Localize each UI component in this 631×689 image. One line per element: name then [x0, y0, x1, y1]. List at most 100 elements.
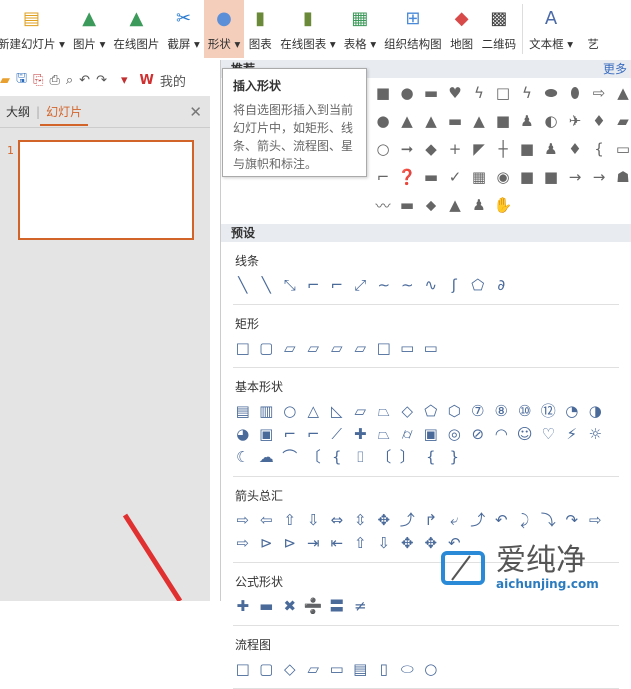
shape-icon[interactable]: ↱	[419, 508, 443, 531]
shape-icon[interactable]: ♟	[467, 194, 491, 216]
shape-icon[interactable]: □	[372, 336, 396, 359]
shape-icon[interactable]: ◉	[491, 166, 515, 188]
shape-icon[interactable]: ʃ	[443, 273, 467, 296]
shape-icon[interactable]: ▬	[255, 594, 279, 617]
ribbon-button-textbox[interactable]: A 文本框 ▾	[525, 0, 577, 58]
ribbon-button-online-chart[interactable]: ▮ 在线图表 ▾	[276, 0, 339, 58]
shape-icon[interactable]: ♥	[443, 82, 467, 104]
shape-icon[interactable]: ▲	[467, 110, 491, 132]
shape-icon[interactable]: ⇥	[302, 531, 326, 554]
shape-icon[interactable]: 〰	[371, 194, 395, 216]
shape-icon[interactable]: ⤢	[349, 273, 373, 296]
shape-icon[interactable]: □	[491, 82, 515, 104]
shape-icon[interactable]: ◇	[396, 399, 420, 422]
shape-icon[interactable]: ✥	[372, 508, 396, 531]
shape-icon[interactable]: +	[443, 138, 467, 160]
shape-icon[interactable]: 〕	[396, 445, 420, 468]
shape-icon[interactable]: ⇧	[349, 531, 373, 554]
shape-icon[interactable]: ⌒	[278, 445, 302, 468]
shape-icon[interactable]: ➗	[302, 594, 326, 617]
shape-icon[interactable]: ▢	[255, 657, 279, 680]
shape-icon[interactable]: ◐	[539, 110, 563, 132]
shape-icon[interactable]: ▤	[349, 657, 373, 680]
shape-icon[interactable]: ↶	[490, 508, 514, 531]
shape-icon[interactable]: 〔	[372, 445, 396, 468]
shape-icon[interactable]: ●	[395, 82, 419, 104]
shape-icon[interactable]: ▣	[419, 422, 443, 445]
shape-icon[interactable]: ▬	[419, 166, 443, 188]
shape-icon[interactable]: →	[563, 166, 587, 188]
shape-icon[interactable]: ∂	[490, 273, 514, 296]
shape-icon[interactable]: ○	[419, 657, 443, 680]
shape-icon[interactable]: ○	[371, 138, 395, 160]
shape-icon[interactable]: ▬	[419, 82, 443, 104]
ribbon-button-screenshot[interactable]: ✂ 截屏 ▾	[163, 0, 203, 58]
shape-icon[interactable]: ⊘	[466, 422, 490, 445]
shape-icon[interactable]: ▱	[349, 399, 373, 422]
shape-icon[interactable]: ☾	[231, 445, 255, 468]
shape-icon[interactable]: ☺	[513, 422, 537, 445]
shape-icon[interactable]: ⏢	[372, 399, 396, 422]
shape-icon[interactable]: ▲	[443, 194, 467, 216]
more-link[interactable]: 更多	[603, 60, 627, 78]
shape-icon[interactable]: ⬡	[443, 399, 467, 422]
shape-icon[interactable]: ◇	[278, 657, 302, 680]
shape-icon[interactable]: ⑦	[466, 399, 490, 422]
shape-icon[interactable]: ◔	[560, 399, 584, 422]
shape-icon[interactable]: ■	[539, 166, 563, 188]
undo-icon[interactable]: ↶	[79, 73, 90, 88]
shape-icon[interactable]: ▦	[467, 166, 491, 188]
shape-icon[interactable]: ≠	[349, 594, 373, 617]
shape-icon[interactable]: ◤	[467, 138, 491, 160]
shape-icon[interactable]: ∼	[372, 273, 396, 296]
shape-icon[interactable]: ╲	[231, 273, 255, 296]
shape-icon[interactable]: ▭	[396, 336, 420, 359]
shape-icon[interactable]: ■	[515, 166, 539, 188]
shape-icon[interactable]: ♦	[587, 110, 611, 132]
shape-icon[interactable]: ⚡	[560, 422, 584, 445]
shape-icon[interactable]: ♡	[537, 422, 561, 445]
shape-icon[interactable]: ⌐	[278, 422, 302, 445]
shape-icon[interactable]: ☁	[255, 445, 279, 468]
shape-icon[interactable]: ◎	[443, 422, 467, 445]
shape-icon[interactable]: ◺	[325, 399, 349, 422]
shape-icon[interactable]: ✋	[491, 194, 515, 216]
shape-icon[interactable]: ⬠	[419, 399, 443, 422]
shape-icon[interactable]: }	[443, 445, 467, 468]
shape-icon[interactable]: ⌐	[371, 166, 395, 188]
shape-icon[interactable]: ▱	[278, 336, 302, 359]
shape-icon[interactable]: ↷	[560, 508, 584, 531]
shape-icon[interactable]: ☗	[611, 166, 631, 188]
shape-icon[interactable]: ⬭	[396, 657, 420, 680]
shape-icon[interactable]: ⤵	[537, 508, 561, 531]
ribbon-button-shapes[interactable]: ● 形状 ▾	[203, 0, 245, 58]
shape-icon[interactable]: ■	[515, 138, 539, 160]
shape-icon[interactable]: □	[231, 657, 255, 680]
shape-icon[interactable]: ▣	[255, 422, 279, 445]
shape-icon[interactable]: ❓	[395, 166, 419, 188]
shape-icon[interactable]: ⇩	[302, 508, 326, 531]
shape-icon[interactable]: ▬	[395, 194, 419, 216]
shape-icon[interactable]: ✥	[396, 531, 420, 554]
shape-icon[interactable]: ▰	[611, 110, 631, 132]
shape-icon[interactable]: ▢	[255, 336, 279, 359]
shape-icon[interactable]: ▭	[325, 657, 349, 680]
shape-icon[interactable]: ▬	[443, 110, 467, 132]
shape-icon[interactable]: ∼	[396, 273, 420, 296]
shape-icon[interactable]: ⇳	[349, 508, 373, 531]
close-icon[interactable]: ✕	[189, 103, 202, 121]
shape-icon[interactable]: ⇤	[325, 531, 349, 554]
shape-icon[interactable]: ■	[491, 110, 515, 132]
tab-outline[interactable]: 大纲	[0, 103, 36, 120]
shape-icon[interactable]: ⟋	[325, 422, 349, 445]
shape-icon[interactable]: ⬠	[466, 273, 490, 296]
shape-icon[interactable]: ⤴	[466, 508, 490, 531]
shape-icon[interactable]: ⊳	[255, 531, 279, 554]
shape-icon[interactable]: ⇩	[372, 531, 396, 554]
shape-icon[interactable]: ⌷	[349, 445, 373, 468]
ribbon-button-online-picture[interactable]: ▲ 在线图片	[109, 0, 163, 58]
shape-icon[interactable]: ♦	[563, 138, 587, 160]
shape-icon[interactable]: →	[587, 166, 611, 188]
shape-icon[interactable]: ◑	[584, 399, 608, 422]
shape-icon[interactable]: ✚	[349, 422, 373, 445]
